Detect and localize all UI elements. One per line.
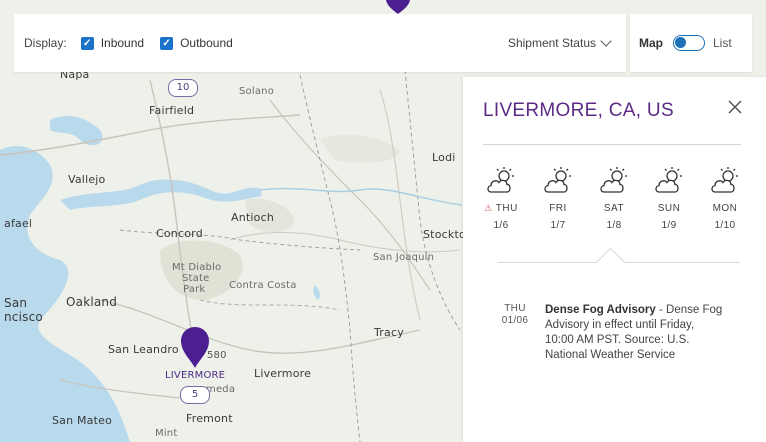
highway-shield-5: 5 [180, 386, 210, 404]
map-marker-icon[interactable] [383, 0, 413, 14]
place-tracy: Tracy [374, 326, 404, 339]
place-mt-diablo: Mt Diablo [172, 262, 222, 273]
alert-date: THU 01/06 [498, 303, 532, 327]
forecast-day-date: 1/8 [606, 220, 622, 231]
place-concord: Concord [156, 227, 203, 240]
forecast-day-date: 1/10 [714, 220, 736, 231]
forecast-day-date: 1/7 [550, 220, 566, 231]
weather-alert-card: THU 01/06 Dense Fog Advisory - Dense Fog… [498, 247, 740, 413]
display-filter-bar: Display: ✓ Inbound ✓ Outbound Shipment S… [14, 14, 626, 72]
forecast-day-sun[interactable]: SUN 1/9 [649, 167, 689, 231]
chevron-down-icon[interactable] [600, 35, 612, 47]
partly-cloudy-icon [486, 167, 516, 195]
alert-day: THU [504, 303, 526, 314]
forecast-day-name: MON [705, 203, 745, 214]
alert-date-value: 01/06 [501, 315, 529, 326]
inbound-checkbox[interactable]: ✓ Inbound [80, 36, 144, 50]
place-solano: Solano [239, 86, 275, 97]
place-san-joaquin: San Joaquin [373, 252, 435, 263]
place-fremont: Fremont [186, 412, 233, 425]
marker-label-livermore[interactable]: LIVERMORE [165, 370, 225, 381]
forecast-day-date: 1/6 [493, 220, 509, 231]
place-stockton: Stockto [423, 228, 466, 241]
place-park: Park [183, 284, 206, 295]
place-san-leandro: San Leandro [108, 343, 179, 356]
forecast-day-mon[interactable]: MON 1/10 [705, 167, 745, 231]
checkbox-checked-icon[interactable]: ✓ [80, 36, 94, 50]
panel-divider [483, 144, 741, 145]
list-view-label[interactable]: List [713, 36, 732, 50]
shipment-status-dropdown[interactable]: Shipment Status [508, 35, 612, 50]
forecast-day-name: FRI [538, 203, 578, 214]
alert-separator: - [655, 304, 667, 316]
partly-cloudy-icon [599, 167, 629, 195]
forecast-day-name: ⚠ THU [481, 203, 521, 214]
place-antioch: Antioch [231, 211, 275, 224]
forecast-day-date: 1/9 [661, 220, 677, 231]
toggle-knob [675, 37, 686, 48]
place-lodi: Lodi [432, 151, 456, 164]
map-list-toggle[interactable] [673, 35, 705, 51]
outbound-label[interactable]: Outbound [180, 36, 233, 50]
partly-cloudy-icon [654, 167, 684, 195]
forecast-day-thu[interactable]: ⚠ THU 1/6 [481, 167, 521, 231]
place-state: State [182, 273, 210, 284]
forecast-day-label: THU [495, 203, 518, 214]
place-meda: meda [206, 384, 236, 395]
place-san-mateo: San Mateo [52, 414, 113, 427]
close-icon[interactable] [727, 99, 743, 115]
inbound-label[interactable]: Inbound [101, 36, 144, 50]
forecast-day-label: MON [712, 203, 738, 214]
forecast-day-label: SUN [657, 203, 681, 214]
place-vallejo: Vallejo [68, 173, 106, 186]
warning-icon: ⚠ [484, 203, 493, 213]
alert-headline: Dense Fog Advisory [545, 304, 656, 316]
partly-cloudy-icon [543, 167, 573, 195]
forecast-day-fri[interactable]: FRI 1/7 [538, 167, 578, 231]
place-contra-costa: Contra Costa [229, 280, 297, 291]
alert-text: Dense Fog Advisory - Dense Fog Advisory … [545, 303, 723, 363]
partly-cloudy-icon [710, 167, 740, 195]
place-mint: Mint [155, 428, 178, 439]
place-livermore: Livermore [254, 367, 312, 380]
forecast-day-label: SAT [603, 203, 625, 214]
alert-pointer [595, 247, 626, 278]
shipment-status-label[interactable]: Shipment Status [508, 36, 596, 50]
display-label: Display: [24, 36, 67, 50]
weather-location-title: LIVERMORE, CA, US [483, 100, 674, 121]
checkbox-checked-icon[interactable]: ✓ [160, 36, 174, 50]
place-oakland: Oakland [66, 295, 118, 309]
forecast-day-label: FRI [549, 203, 567, 214]
forecast-day-sat[interactable]: SAT 1/8 [594, 167, 634, 231]
livermore-marker-icon[interactable] [180, 327, 210, 369]
place-ncisco: ncisco [4, 310, 43, 324]
view-toggle-bar: Map List [630, 14, 752, 72]
weather-panel: LIVERMORE, CA, US ⚠ THU 1/6 FRI 1/7 SAT 1/8 SUN… [463, 77, 766, 442]
place-fairfield: Fairfield [149, 104, 195, 117]
place-san: San [4, 296, 28, 310]
map-view-label[interactable]: Map [639, 36, 663, 50]
outbound-checkbox[interactable]: ✓ Outbound [160, 36, 233, 50]
forecast-day-name: SUN [649, 203, 689, 214]
place-rafael: afael [4, 217, 33, 230]
forecast-day-name: SAT [594, 203, 634, 214]
highway-shield-10: 10 [168, 79, 198, 97]
